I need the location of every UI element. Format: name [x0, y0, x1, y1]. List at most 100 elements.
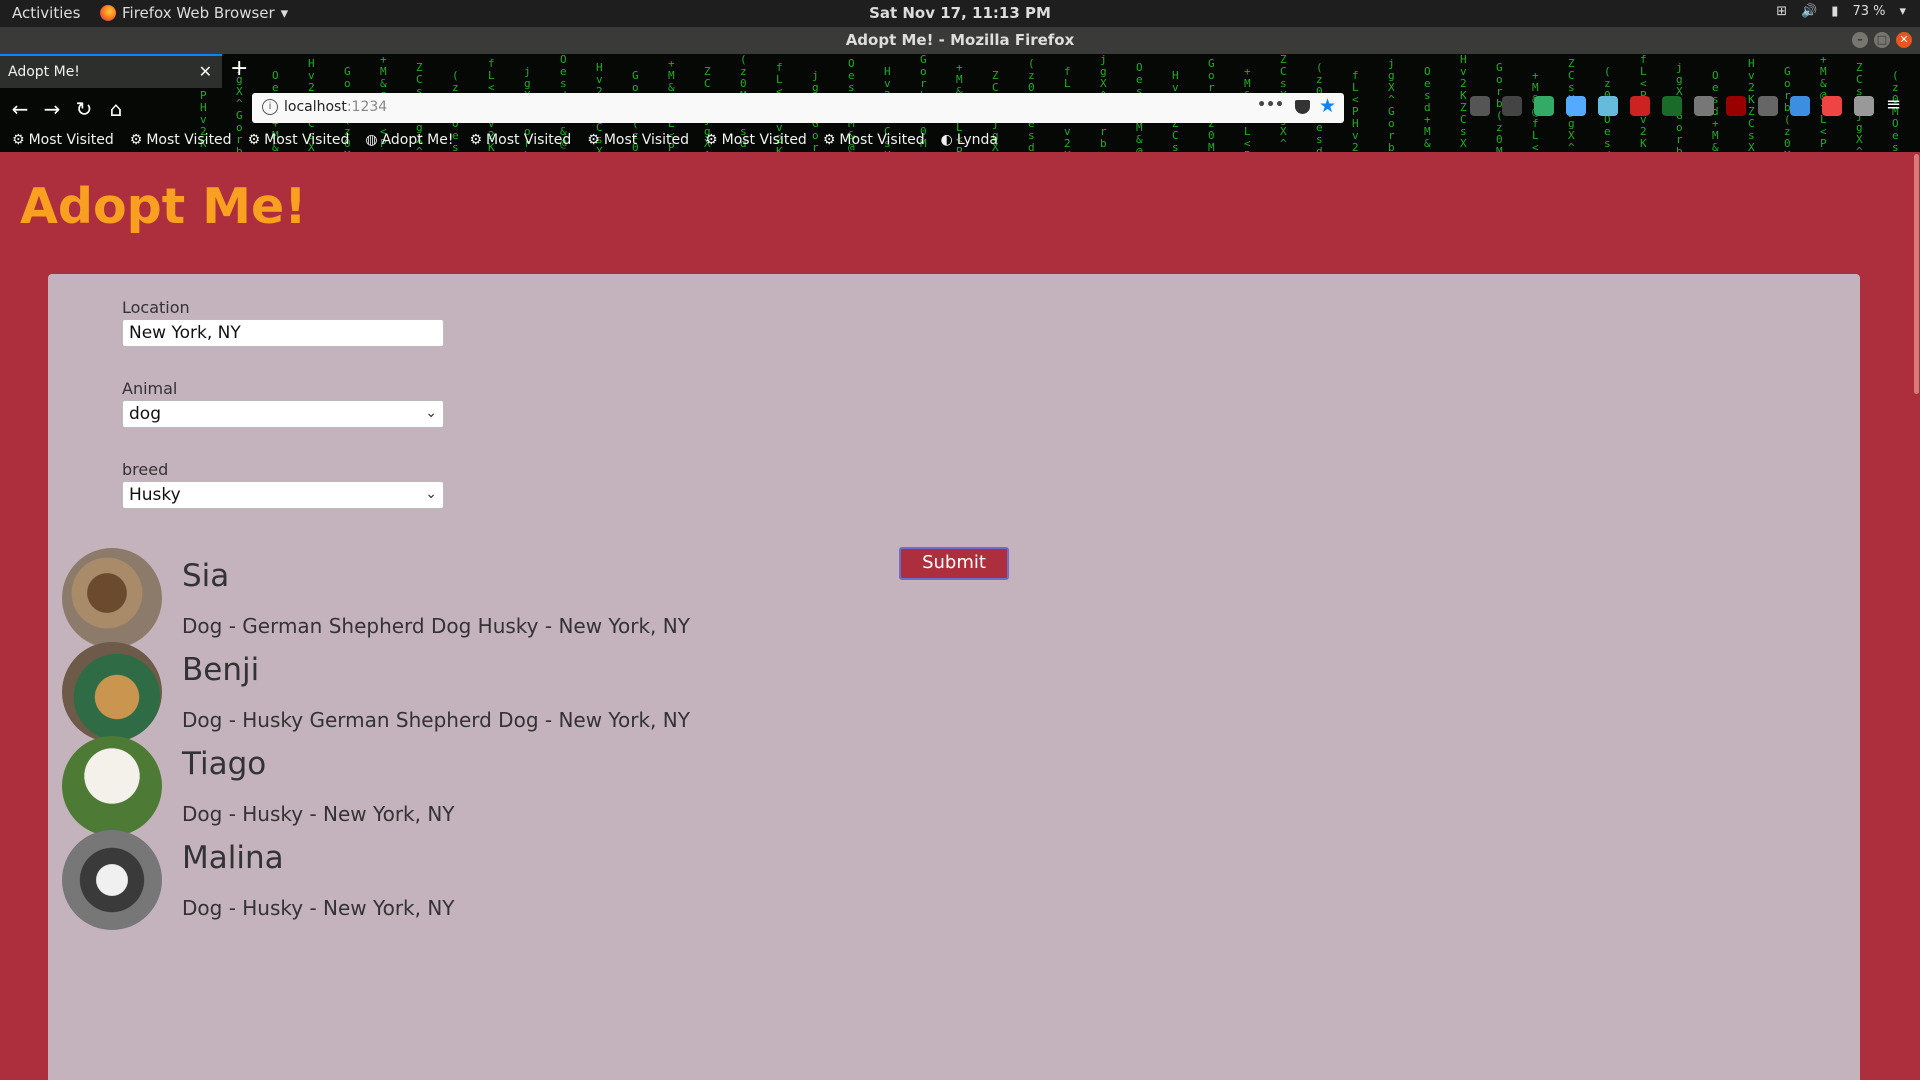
pet-card[interactable]: Tiago Dog - Husky - New York, NY [62, 736, 962, 836]
gear-icon: ⚙ [247, 132, 261, 148]
location-input[interactable] [122, 319, 444, 347]
animal-select-value: dog [129, 404, 161, 424]
extension-p-icon[interactable] [1790, 96, 1810, 116]
clock[interactable]: Sat Nov 17, 11:13 PM [0, 4, 1920, 22]
pet-photo [62, 830, 162, 930]
back-button[interactable]: ← [6, 96, 34, 124]
shield-icon[interactable] [1662, 96, 1682, 116]
page-content: Adopt Me! Location Animal dog ⌄ breed Hu… [0, 152, 1920, 1080]
page-title: Adopt Me! [20, 178, 307, 235]
animal-label: Animal [122, 379, 178, 398]
lynda-icon: ◐ [940, 132, 953, 148]
page-scrollbar[interactable] [1912, 152, 1920, 1080]
pet-name: Malina [182, 840, 284, 876]
window-title-bar: Adopt Me! - Mozilla Firefox – □ ✕ [0, 27, 1920, 54]
tab-label: Adopt Me! [8, 64, 80, 80]
hamburger-menu-icon[interactable]: ≡ [1886, 96, 1906, 116]
minimize-button[interactable]: – [1852, 32, 1868, 48]
bookmark-label: Most Visited [28, 132, 114, 148]
site-info-icon[interactable]: i [262, 99, 278, 115]
bookmark-item[interactable]: ⚙ Most Visited [823, 132, 925, 148]
bookmark-item[interactable]: ⚙ Most Visited [12, 132, 114, 148]
pet-description: Dog - Husky - New York, NY [182, 896, 455, 920]
extension-s-icon[interactable] [1694, 96, 1714, 116]
reload-button[interactable]: ↻ [70, 96, 98, 124]
url-bar[interactable]: i localhost:1234 ••• ★ [252, 93, 1344, 123]
extension-gray-icon[interactable] [1854, 96, 1874, 116]
animal-field: Animal dog ⌄ [122, 379, 444, 428]
bookmark-label: Most Visited [603, 132, 690, 148]
gear-icon: ⚙ [129, 132, 143, 148]
pet-description: Dog - Husky German Shepherd Dog - New Yo… [182, 708, 690, 732]
bookmark-item[interactable]: ◐ Lynda [941, 132, 998, 148]
sidebar-icon[interactable] [1502, 96, 1522, 116]
bookmark-item[interactable]: ⚙ Most Visited [587, 132, 689, 148]
tab-adopt-me[interactable]: Adopt Me! ✕ [0, 54, 222, 88]
system-tray[interactable]: ⊞ 🔊 ▮ 73 % ▾ [1776, 4, 1906, 19]
window-title: Adopt Me! - Mozilla Firefox [845, 31, 1075, 49]
gear-icon: ⚙ [705, 132, 718, 148]
gear-icon: ⚙ [469, 132, 483, 148]
bookmark-label: Lynda [956, 132, 998, 148]
pet-name: Sia [182, 558, 230, 594]
bookmark-label: Most Visited [721, 132, 807, 148]
eyedropper-icon[interactable] [1566, 96, 1586, 116]
pocket-icon[interactable] [1295, 100, 1310, 114]
close-window-button[interactable]: ✕ [1896, 32, 1912, 48]
maximize-button[interactable]: □ [1874, 32, 1890, 48]
extension-toolbar: ≡ [1470, 96, 1906, 116]
extension-badge-icon[interactable] [1630, 96, 1650, 116]
breed-label: breed [122, 460, 169, 479]
bookmark-label: Adopt Me! [381, 132, 454, 148]
pet-card[interactable]: Sia Dog - German Shepherd Dog Husky - New… [62, 548, 962, 648]
globe-icon: ◍ [365, 132, 378, 148]
tab-strip: Adopt Me! ✕ + [0, 54, 1920, 88]
breed-field: breed Husky ⌄ [122, 460, 444, 509]
bookmark-item[interactable]: ◍ Adopt Me! [365, 132, 453, 148]
chevron-down-icon: ⌄ [425, 405, 437, 421]
volume-icon: 🔊 [1801, 4, 1818, 19]
extension-k-icon[interactable] [1758, 96, 1778, 116]
pet-name: Benji [182, 652, 260, 688]
gear-icon: ⚙ [12, 132, 25, 148]
system-top-bar: Activities Firefox Web Browser ▾ Sat Nov… [0, 0, 1920, 27]
page-actions-icon[interactable]: ••• [1257, 97, 1284, 113]
extension-icon[interactable] [1534, 96, 1554, 116]
pet-photo [62, 736, 162, 836]
bookmark-star-icon[interactable]: ★ [1319, 95, 1336, 117]
ublock-icon[interactable] [1726, 96, 1746, 116]
pet-card[interactable]: Benji Dog - Husky German Shepherd Dog - N… [62, 642, 962, 742]
extension-red-icon[interactable] [1822, 96, 1842, 116]
battery-icon: ▮ [1831, 4, 1839, 19]
network-icon: ⊞ [1776, 4, 1788, 19]
breed-select[interactable]: Husky ⌄ [122, 481, 444, 509]
bookmarks-toolbar: ⚙ Most Visited ⚙ Most Visited ⚙ Most Visited ◍… [0, 128, 1920, 152]
home-button[interactable]: ⌂ [102, 96, 130, 124]
bookmark-label: Most Visited [146, 132, 232, 148]
pet-card[interactable]: Malina Dog - Husky - New York, NY [62, 830, 962, 930]
scrollbar-thumb[interactable] [1914, 154, 1919, 394]
bookmark-item[interactable]: ⚙ Most Visited [248, 132, 350, 148]
close-tab-icon[interactable]: ✕ [199, 62, 212, 81]
bookmark-item[interactable]: ⚙ Most Visited [469, 132, 571, 148]
battery-level: 73 % [1852, 4, 1886, 19]
bookmark-label: Most Visited [486, 132, 572, 148]
new-tab-button[interactable]: + [230, 56, 248, 81]
url-text[interactable]: localhost:1234 [284, 99, 387, 115]
animal-select[interactable]: dog ⌄ [122, 400, 444, 428]
tray-menu-icon: ▾ [1899, 4, 1906, 19]
pet-photo [62, 642, 162, 742]
gear-icon: ⚙ [822, 132, 836, 148]
library-icon[interactable] [1470, 96, 1490, 116]
bookmark-item[interactable]: ⚙ Most Visited [130, 132, 232, 148]
pet-name: Tiago [182, 746, 267, 782]
search-card: Location Animal dog ⌄ breed Husky ⌄ Subm… [48, 274, 1860, 1080]
breed-select-value: Husky [129, 485, 181, 505]
bookmark-item[interactable]: ⚙ Most Visited [705, 132, 807, 148]
forward-button[interactable]: → [38, 96, 66, 124]
react-devtools-icon[interactable] [1598, 96, 1618, 116]
location-field: Location [122, 298, 444, 347]
chevron-down-icon: ⌄ [425, 486, 437, 502]
pet-description: Dog - Husky - New York, NY [182, 802, 455, 826]
location-label: Location [122, 298, 190, 317]
